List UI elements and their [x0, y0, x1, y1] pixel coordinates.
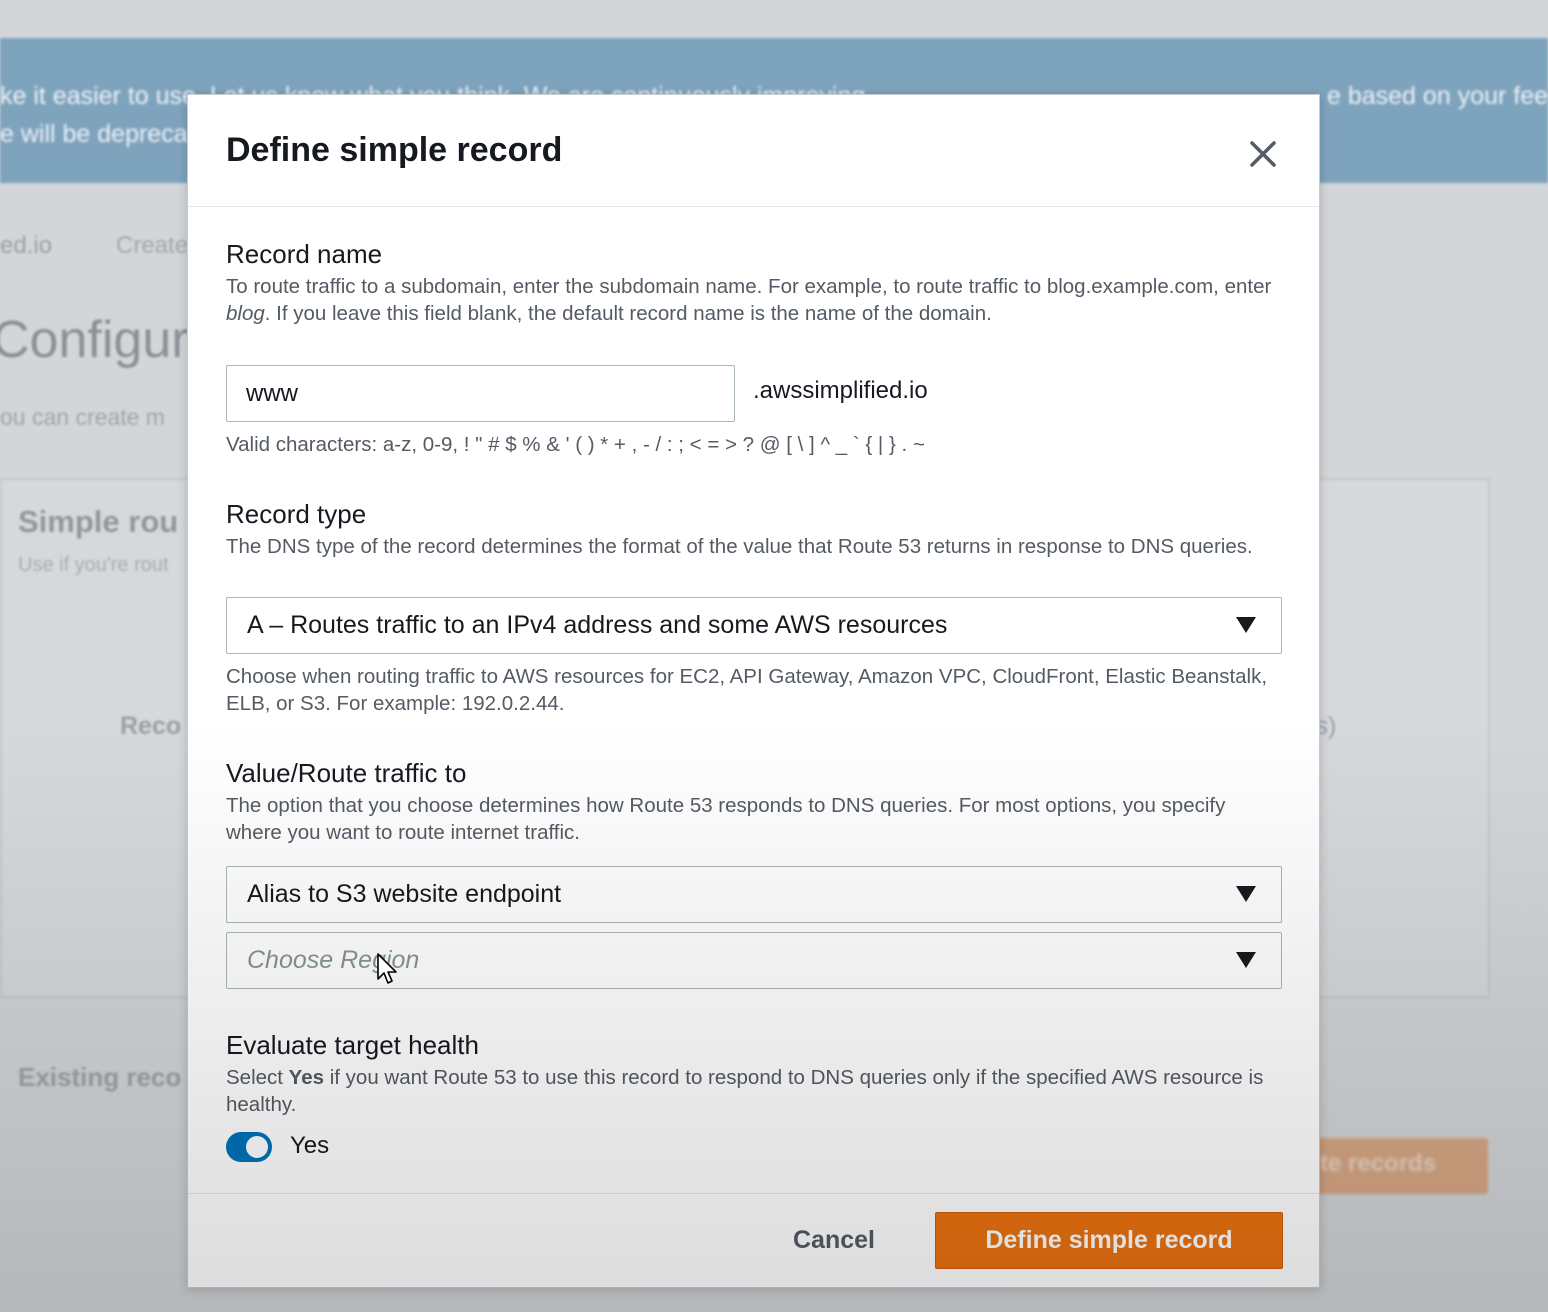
record-name-input[interactable] [226, 365, 735, 422]
panel-title: Simple rou [18, 504, 179, 539]
region-select[interactable]: Choose Region [226, 932, 1282, 989]
record-name-description: To route traffic to a subdomain, enter t… [226, 273, 1276, 327]
evaluate-desc-pre: Select [226, 1066, 289, 1089]
page-subtitle: ou can create m [0, 404, 165, 430]
caret-down-icon [1236, 886, 1256, 902]
record-name-desc-em: blog [226, 302, 265, 325]
close-icon [1250, 141, 1276, 167]
evaluate-desc-post: if you want Route 53 to use this record … [226, 1066, 1264, 1116]
record-type-label: Record type [226, 499, 367, 529]
record-type-value: A – Routes traffic to an IPv4 address an… [247, 611, 948, 639]
region-placeholder: Choose Region [247, 946, 420, 974]
define-simple-record-modal: Define simple record Record name To rout… [187, 94, 1320, 1288]
toggle-knob [246, 1136, 268, 1158]
breadcrumb-domain: ed.io [0, 232, 53, 259]
cancel-button[interactable]: Cancel [774, 1212, 894, 1268]
route-target-select[interactable]: Alias to S3 website endpoint [226, 866, 1282, 923]
caret-down-icon [1236, 952, 1256, 968]
record-name-suffix: .awssimplified.io [753, 377, 928, 404]
evaluate-desc-bold: Yes [288, 1066, 325, 1089]
create-records-label: te records [1320, 1150, 1437, 1177]
create-records-button: te records [1300, 1138, 1488, 1194]
value-route-description: The option that you choose determines ho… [226, 794, 1226, 844]
evaluate-health-description: Select Yes if you want Route 53 to use t… [226, 1064, 1276, 1118]
record-column-header: Reco [120, 712, 182, 740]
modal-title: Define simple record [226, 131, 563, 169]
define-simple-record-button[interactable]: Define simple record [935, 1212, 1283, 1269]
existing-records-title: Existing reco [18, 1062, 182, 1092]
record-name-hint: Valid characters: a-z, 0-9, ! " # $ % & … [226, 433, 925, 456]
record-name-desc-post: . If you leave this field blank, the def… [264, 302, 992, 325]
panel-subtitle: Use if you're rout [18, 554, 169, 576]
close-button[interactable] [1244, 135, 1282, 173]
record-type-description: The DNS type of the record determines th… [226, 535, 1253, 558]
evaluate-health-label: Evaluate target health [226, 1030, 479, 1060]
banner-text-right: e based on your fee [1327, 82, 1548, 110]
record-type-help: Choose when routing traffic to AWS resou… [226, 665, 1268, 715]
record-name-desc-pre: To route traffic to a subdomain, enter t… [226, 275, 1272, 298]
evaluate-health-toggle[interactable] [226, 1132, 272, 1162]
modal-footer: Cancel Define simple record [188, 1193, 1319, 1287]
page-title: Configur [0, 311, 189, 369]
modal-header: Define simple record [188, 95, 1319, 207]
value-route-label: Value/Route traffic to [226, 758, 467, 788]
record-type-select[interactable]: A – Routes traffic to an IPv4 address an… [226, 597, 1282, 654]
caret-down-icon [1236, 617, 1256, 633]
route-target-value: Alias to S3 website endpoint [247, 880, 562, 908]
breadcrumb-create: Create [116, 232, 189, 259]
evaluate-health-toggle-label: Yes [290, 1132, 330, 1159]
record-name-label: Record name [226, 239, 383, 269]
